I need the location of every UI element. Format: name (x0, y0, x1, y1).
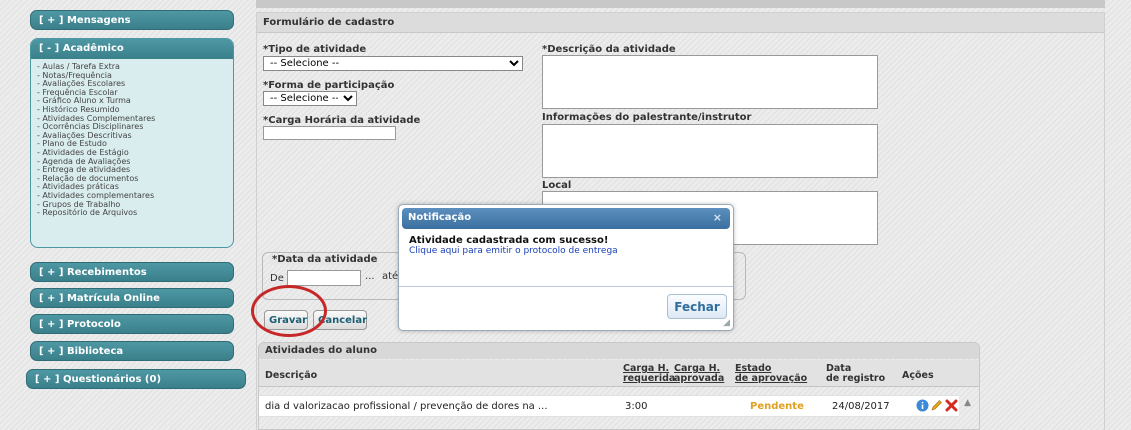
tipo-label: *Tipo de atividade (263, 44, 367, 55)
palestrante-textarea[interactable] (542, 124, 878, 178)
tipo-select[interactable]: -- Selecione -- (263, 56, 523, 71)
sidebar-item-mensagens[interactable]: [ + ] Mensagens (30, 10, 234, 30)
activities-title: Atividades do aluno (259, 343, 979, 359)
sidebar: [ + ] Mensagens [ - ] Acadêmico - Aulas … (0, 0, 250, 430)
sidebar-item-recebimentos[interactable]: [ + ] Recebimentos (30, 262, 234, 282)
dialog-header: Notificação × (402, 208, 730, 229)
highlight-annotation-circle (251, 285, 327, 337)
scroll-up-arrow-icon[interactable]: ▲ (964, 398, 971, 408)
forma-label: *Forma de participação (263, 80, 395, 91)
carga-label: *Carga Horária da atividade (263, 115, 421, 126)
notification-dialog: Notificação × Atividade cadastrada com s… (398, 204, 734, 331)
sidebar-item-label: [ + ] Biblioteca (39, 346, 124, 357)
top-scroll-strip (256, 0, 1105, 8)
descricao-label: *Descrição da atividade (542, 44, 676, 55)
sidebar-item-label: [ + ] Questionários (0) (35, 374, 162, 385)
sidebar-item-label: [ + ] Mensagens (39, 15, 131, 26)
sidebar-item-academico[interactable]: [ - ] Acadêmico (31, 39, 233, 59)
info-icon[interactable] (916, 399, 929, 416)
resize-grip-icon[interactable]: ◢ (723, 318, 730, 328)
col-header-line: de aprovação (735, 373, 808, 384)
sidebar-section-academico: [ - ] Acadêmico - Aulas / Tarefa Extra - … (30, 38, 234, 248)
col-header-line: de registro (826, 373, 886, 384)
col-estado[interactable]: Estado de aprovação (735, 364, 807, 384)
forma-select[interactable]: -- Selecione -- (263, 91, 357, 106)
table-row: dia d valorizacao profissional / prevenç… (259, 395, 959, 417)
sidebar-item-matricula[interactable]: [ + ] Matrícula Online (30, 288, 234, 308)
dialog-title: Notificação (408, 212, 472, 223)
row-estado-badge: Pendente (750, 401, 804, 412)
sidebar-item-label: [ - ] Acadêmico (39, 43, 124, 54)
sidebar-item-questionarios[interactable]: [ + ] Questionários (0) (26, 369, 246, 389)
ate-label: até (382, 271, 399, 282)
activities-panel: Atividades do aluno Descrição Carga H. r… (258, 342, 980, 430)
row-data: 24/08/2017 (832, 401, 890, 412)
dialog-footer: Fechar ◢ (399, 286, 733, 330)
sidebar-item-label: [ + ] Protocolo (39, 319, 121, 330)
fechar-button[interactable]: Fechar (667, 294, 727, 319)
descricao-textarea[interactable] (542, 55, 878, 109)
data-de-input[interactable] (287, 270, 361, 286)
calendar-picker-icon[interactable]: ... (365, 271, 375, 282)
dialog-message: Atividade cadastrada com sucesso! (409, 235, 609, 246)
col-header-line: aprovada (674, 373, 725, 384)
close-icon[interactable]: × (713, 211, 722, 224)
sidebar-item-label: [ + ] Recebimentos (39, 267, 147, 278)
col-data: Data de registro (826, 364, 885, 384)
sidebar-item-label: [ + ] Matrícula Online (39, 293, 160, 304)
sidebar-subitem[interactable]: - Repositório de Arquivos (37, 208, 227, 218)
delete-x-icon[interactable] (945, 399, 958, 416)
palestrante-label: Informações do palestrante/instrutor (542, 112, 752, 123)
col-carga-requerida[interactable]: Carga H. requerida (623, 364, 675, 384)
edit-pencil-icon[interactable] (930, 399, 943, 416)
academico-menu: - Aulas / Tarefa Extra - Notas/Frequência… (31, 59, 233, 218)
row-descricao: dia d valorizacao profissional / prevenç… (265, 401, 548, 412)
emitir-protocolo-link[interactable]: Clique aqui para emitir o protocolo de e… (399, 246, 733, 256)
sidebar-item-protocolo[interactable]: [ + ] Protocolo (30, 314, 234, 334)
activities-table-header: Descrição Carga H. requerida Carga H. ap… (259, 360, 979, 387)
row-carga-requerida: 3:00 (625, 401, 648, 412)
col-header-line: requerida (623, 373, 676, 384)
col-carga-aprovada[interactable]: Carga H. aprovada (674, 364, 724, 384)
data-legend: *Data da atividade (270, 254, 380, 265)
sidebar-item-biblioteca[interactable]: [ + ] Biblioteca (30, 341, 234, 361)
de-label: De (270, 273, 284, 284)
col-descricao: Descrição (265, 370, 318, 381)
form-title: Formulário de cadastro (257, 13, 1104, 33)
carga-input[interactable] (263, 126, 396, 140)
local-label: Local (542, 180, 572, 191)
col-acoes: Ações (902, 370, 934, 381)
